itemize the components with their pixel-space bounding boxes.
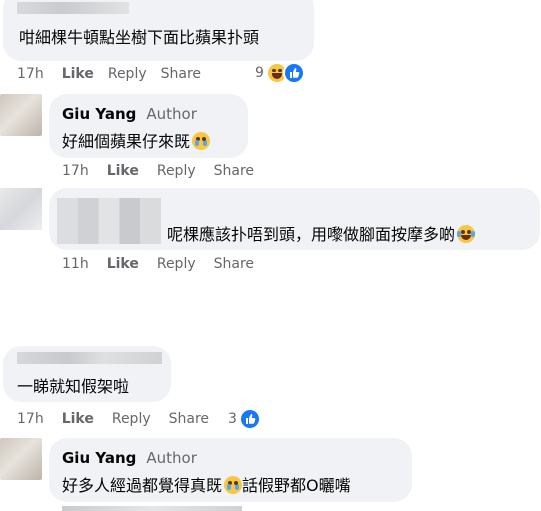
comment-actions-2: 11h Like Reply Share: [62, 256, 268, 272]
author-name[interactable]: Giu Yang: [62, 449, 136, 467]
like-reaction-icon: [282, 62, 305, 84]
like-reaction-icon: [238, 408, 261, 430]
share-button[interactable]: Share: [214, 163, 254, 179]
share-button[interactable]: Share: [169, 411, 209, 427]
comment-bubble-1: 咁細棵牛頓點坐樹下面比蘋果扑頭: [3, 0, 314, 61]
reply-button[interactable]: Reply: [157, 163, 196, 179]
reply-button[interactable]: Reply: [157, 256, 196, 272]
like-button[interactable]: Like: [62, 411, 94, 427]
author-row: Giu Yang Author: [62, 105, 197, 123]
reaction-summary-1[interactable]: 9: [255, 62, 305, 84]
comment-bubble-3: 一睇就知假架啦: [3, 346, 171, 402]
reply-bubble-2: Giu Yang Author 好多人經過都覺得真既 話假野都O曬嘴: [49, 438, 412, 502]
timestamp[interactable]: 17h: [62, 163, 89, 179]
timestamp[interactable]: 17h: [17, 66, 44, 82]
reply-button[interactable]: Reply: [112, 411, 151, 427]
comment-actions-1: 17h Like Reply Share: [17, 66, 215, 82]
avatar[interactable]: [0, 438, 42, 480]
blurred-username: [57, 198, 161, 244]
laughing-tears-emoji-icon: [457, 225, 476, 243]
author-name[interactable]: Giu Yang: [62, 105, 136, 123]
reply-text-a: 好多人經過都覺得真既: [62, 476, 223, 495]
reply-text-b: 話假野都O曬嘴: [242, 476, 351, 495]
comment-text: 一睇就知假架啦: [17, 377, 130, 396]
comment-text: 好細個蘋果仔來既: [62, 128, 211, 152]
share-button[interactable]: Share: [214, 256, 254, 272]
blurred-username: [17, 2, 129, 14]
share-button[interactable]: Share: [161, 66, 201, 82]
comment-text: 好多人經過都覺得真既 話假野都O曬嘴: [62, 472, 351, 496]
reaction-count: 3: [228, 411, 237, 427]
pleading-face-emoji-icon: [192, 132, 211, 150]
comment-actions-3: 17h Like Reply Share: [17, 411, 223, 427]
reaction-count: 9: [255, 65, 264, 81]
like-button[interactable]: Like: [107, 256, 139, 272]
reply-bubble-1: Giu Yang Author 好細個蘋果仔來既: [49, 94, 248, 158]
avatar[interactable]: [0, 94, 42, 136]
timestamp[interactable]: 17h: [17, 411, 44, 427]
blurred-username: [17, 352, 162, 364]
like-button[interactable]: Like: [62, 66, 94, 82]
reaction-summary-3[interactable]: 3: [228, 408, 261, 430]
author-badge: Author: [146, 105, 197, 123]
cut-off-actions: [62, 506, 242, 511]
comment-text: 咁細棵牛頓點坐樹下面比蘋果扑頭: [19, 28, 260, 47]
author-badge: Author: [146, 449, 197, 467]
reply-actions-1: 17h Like Reply Share: [62, 163, 268, 179]
timestamp[interactable]: 11h: [62, 256, 89, 272]
comment-bubble-2: 呢棵應該扑唔到頭，用嚟做腳面按摩多啲: [49, 188, 540, 250]
reply-button[interactable]: Reply: [108, 66, 147, 82]
comment-text-body: 呢棵應該扑唔到頭，用嚟做腳面按摩多啲: [167, 225, 456, 244]
comment-text: 呢棵應該扑唔到頭，用嚟做腳面按摩多啲: [167, 221, 476, 245]
author-row: Giu Yang Author: [62, 449, 197, 467]
pleading-face-emoji-icon: [224, 476, 243, 494]
avatar[interactable]: [0, 188, 42, 230]
reply-text: 好細個蘋果仔來既: [62, 132, 191, 151]
like-button[interactable]: Like: [107, 163, 139, 179]
